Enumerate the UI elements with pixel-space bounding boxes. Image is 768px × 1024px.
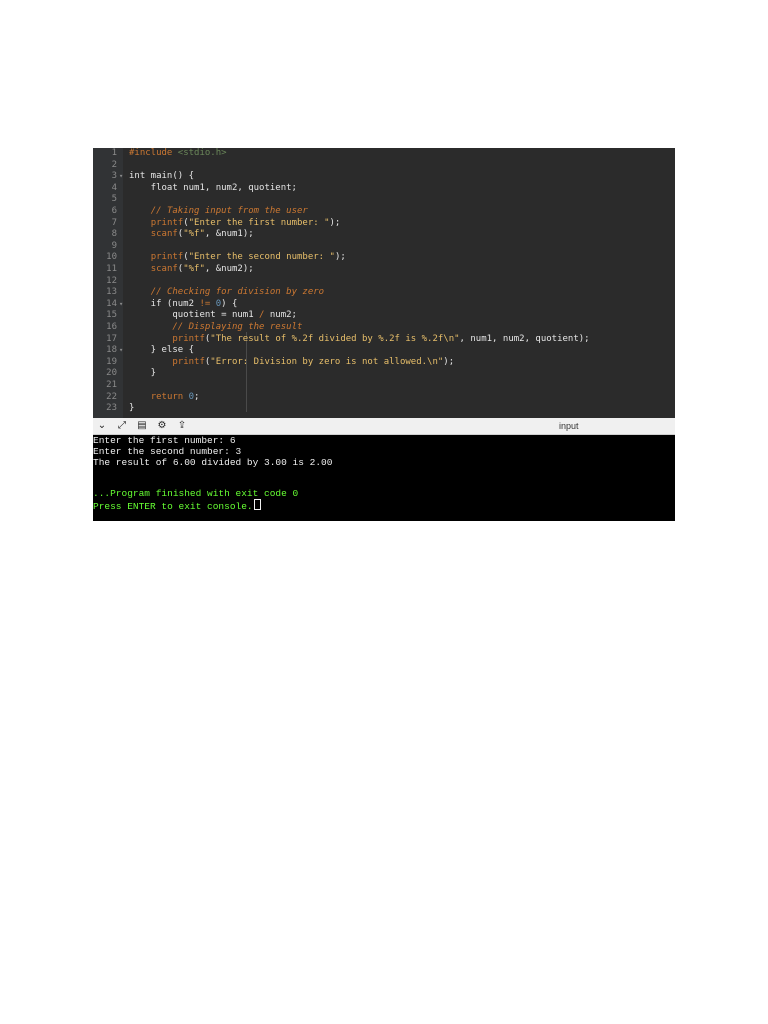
code-text: // Displaying the result: [172, 322, 303, 332]
line-number: 16: [106, 322, 117, 332]
code-text: scanf("%f", &num2);: [150, 264, 254, 274]
code-text: }: [129, 368, 157, 379]
share-icon[interactable]: ⇪: [175, 419, 189, 433]
line-number: 8: [111, 229, 117, 240]
code-line[interactable]: 13 // Checking for division by zero: [93, 287, 673, 299]
fold-toggle-icon[interactable]: ▾: [119, 171, 123, 183]
code-editor[interactable]: 1 #include <stdio.h> 2 3 ▾ int main() {4 floa…: [93, 148, 675, 418]
text-cursor: [253, 499, 261, 510]
code-line[interactable]: 12: [93, 276, 673, 288]
input-tab[interactable]: input: [559, 419, 579, 433]
code-text: printf("Enter the first number: ");: [150, 217, 341, 228]
fold-toggle-icon[interactable]: ▾: [119, 299, 123, 311]
line-number: 6: [111, 206, 117, 216]
code-text: } else {: [129, 345, 195, 356]
code-line[interactable]: 1 #include <stdio.h>: [93, 148, 673, 160]
gear-icon[interactable]: ⚙: [155, 419, 169, 433]
console-prompt: Press ENTER to exit console.: [93, 499, 261, 512]
console-line: Enter the second number: 3: [93, 446, 242, 457]
code-line[interactable]: 8 scanf("%f", &num1);: [93, 229, 673, 241]
code-line[interactable]: 19 printf("Error: Division by zero is no…: [93, 357, 673, 369]
code-text: #include <stdio.h>: [129, 148, 227, 158]
line-number: 23: [106, 403, 117, 414]
line-number: 14: [106, 298, 117, 309]
line-number: 12: [106, 275, 117, 286]
chevron-down-icon[interactable]: ⌄: [95, 419, 109, 433]
code-text: // Checking for division by zero: [150, 287, 325, 298]
line-number: 20: [106, 368, 117, 379]
code-line[interactable]: 7 printf("Enter the first number: ");: [93, 218, 673, 230]
line-number: 1: [111, 148, 117, 158]
code-line[interactable]: 17 printf("The result of %.2f divided by…: [93, 334, 673, 346]
code-line[interactable]: 4 float num1, num2, quotient;: [93, 183, 673, 195]
console-exit-message: ...Program finished with exit code 0: [93, 488, 299, 499]
code-line[interactable]: 3 ▾ int main() {: [93, 171, 673, 183]
code-text: quotient = num1 / num2;: [129, 310, 297, 321]
code-line[interactable]: 2: [93, 160, 673, 172]
line-number: 2: [111, 159, 117, 170]
code-text: int main() {: [129, 171, 195, 182]
code-line[interactable]: 21: [93, 380, 673, 392]
line-number: 15: [106, 310, 117, 321]
line-number: 13: [106, 287, 117, 298]
line-number: 3: [111, 171, 117, 182]
line-number: 11: [106, 264, 117, 274]
code-text: // Taking input from the user: [150, 206, 308, 216]
code-line[interactable]: 15 quotient = num1 / num2;: [93, 310, 673, 322]
code-line[interactable]: 22 return 0;: [93, 392, 673, 404]
code-line[interactable]: 10 printf("Enter the second number: ");: [93, 252, 673, 264]
code-line[interactable]: 14 ▾ if (num2 != 0) {: [93, 299, 673, 311]
console-prompt-text: Press ENTER to exit console.: [93, 501, 253, 512]
code-line[interactable]: 6 // Taking input from the user: [93, 206, 673, 218]
expand-icon[interactable]: ⤢: [115, 419, 129, 433]
line-number: 17: [106, 333, 117, 344]
fold-toggle-icon[interactable]: ▾: [119, 345, 123, 357]
code-line[interactable]: 23}: [93, 403, 673, 415]
code-line[interactable]: 16 // Displaying the result: [93, 322, 673, 334]
code-text: printf("Enter the second number: ");: [150, 252, 346, 263]
line-number: 7: [111, 217, 117, 228]
line-number: 22: [106, 391, 117, 402]
console-line: Enter the first number: 6: [93, 435, 236, 446]
line-number: 18: [106, 345, 117, 356]
code-text: if (num2 != 0) {: [129, 298, 238, 309]
code-line[interactable]: 11 scanf("%f", &num2);: [93, 264, 673, 276]
line-number: 21: [106, 380, 117, 390]
line-number: 9: [111, 240, 117, 251]
output-console[interactable]: Enter the first number: 6 Enter the seco…: [93, 435, 675, 521]
console-toolbar: ⌄ ⤢ ▤ ⚙ ⇪ input: [93, 418, 675, 435]
code-text: }: [129, 403, 135, 414]
code-line[interactable]: 20 }: [93, 368, 673, 380]
code-text: scanf("%f", &num1);: [150, 229, 254, 240]
code-line[interactable]: 9: [93, 241, 673, 253]
console-line: The result of 6.00 divided by 3.00 is 2.…: [93, 457, 333, 468]
line-number: 5: [111, 194, 117, 205]
code-text: float num1, num2, quotient;: [129, 182, 297, 193]
code-text: return 0;: [150, 391, 200, 402]
code-text: printf("Error: Division by zero is not a…: [172, 356, 455, 367]
code-line[interactable]: 18 ▾ } else {: [93, 345, 673, 357]
line-number: 4: [111, 182, 117, 193]
line-number: 10: [106, 252, 117, 263]
code-line[interactable]: 5: [93, 194, 673, 206]
code-text: printf("The result of %.2f divided by %.…: [172, 333, 590, 344]
line-number: 19: [106, 356, 117, 367]
copy-icon[interactable]: ▤: [135, 419, 149, 433]
